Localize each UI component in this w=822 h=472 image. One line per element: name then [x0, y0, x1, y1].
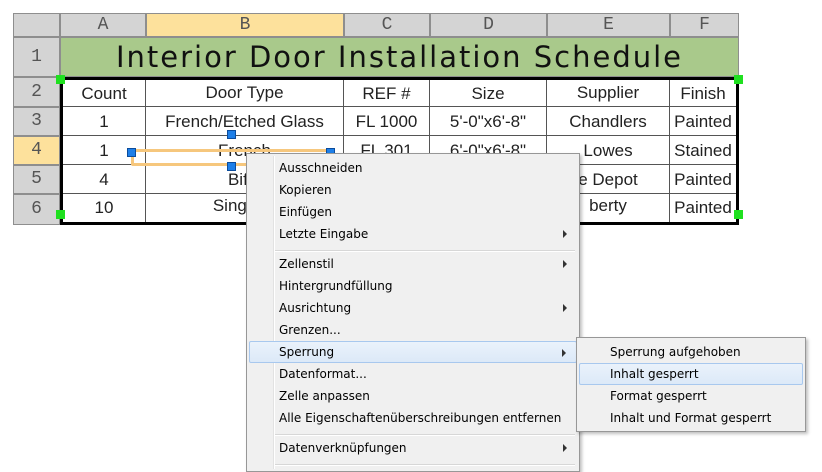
select-all-corner[interactable] [13, 13, 60, 37]
submenu-arrow-icon [563, 260, 567, 268]
table-cell[interactable]: Painted [670, 165, 736, 194]
menu-item-label: Alle Eigenschaftenüberschreibungen entfe… [279, 411, 562, 425]
menu-item-zellenstil[interactable]: Zellenstil [249, 253, 577, 275]
table-grip-bottom-left[interactable] [56, 210, 65, 219]
table-cell[interactable]: 4 [63, 165, 146, 194]
header-cell-ref[interactable]: REF # [344, 80, 430, 107]
column-header-b[interactable]: B [146, 13, 344, 37]
table-cell[interactable]: Stained [670, 136, 736, 165]
menu-item-datenformat[interactable]: Datenformat... [249, 363, 577, 385]
table-cell[interactable]: FL 1000 [344, 107, 430, 136]
table-cell[interactable]: Painted [670, 194, 736, 222]
table-title[interactable]: Interior Door Installation Schedule [60, 37, 739, 77]
sperrung-submenu: Sperrung aufgehoben Inhalt gesperrt Form… [576, 337, 806, 432]
row-header-4[interactable]: 4 [13, 136, 60, 165]
grip-handle-top[interactable] [227, 130, 236, 139]
table-cell[interactable]: 1 [63, 107, 146, 136]
menu-separator [275, 250, 575, 252]
column-header-f[interactable]: F [670, 13, 739, 37]
submenu-item-sperrung-aufgehoben[interactable]: Sperrung aufgehoben [579, 341, 803, 363]
column-header-c[interactable]: C [344, 13, 430, 37]
grip-handle-bottom[interactable] [227, 162, 236, 171]
column-header-a[interactable]: A [60, 13, 146, 37]
row-header-3[interactable]: 3 [13, 107, 60, 136]
submenu-arrow-icon [563, 444, 567, 452]
menu-item-label: Datenformat... [279, 367, 367, 381]
submenu-item-inhalt-und-format-gesperrt[interactable]: Inhalt und Format gesperrt [579, 407, 803, 429]
menu-item-letzte-eingabe[interactable]: Letzte Eingabe [249, 223, 577, 245]
submenu-item-format-gesperrt[interactable]: Format gesperrt [579, 385, 803, 407]
menu-item-label: Einfügen [279, 205, 332, 219]
menu-item-label: Kopieren [279, 183, 332, 197]
header-cell-size[interactable]: Size [430, 80, 547, 107]
submenu-arrow-icon [563, 230, 567, 238]
header-cell-supplier[interactable]: Supplier [547, 80, 670, 107]
header-cell-count[interactable]: Count [63, 80, 146, 107]
menu-item-kopieren[interactable]: Kopieren [249, 179, 577, 201]
table-cell[interactable]: French/Etched Glass [146, 107, 344, 136]
submenu-arrow-icon [563, 304, 567, 312]
menu-item-einfuegen[interactable]: Einfügen [249, 201, 577, 223]
context-menu: Ausschneiden Kopieren Einfügen Letzte Ei… [246, 153, 580, 472]
menu-item-eigenschaften-entfernen[interactable]: Alle Eigenschaftenüberschreibungen entfe… [249, 407, 577, 429]
table-grip-top-right[interactable] [734, 75, 743, 84]
grip-handle-left[interactable] [127, 148, 136, 157]
table-grip-bottom-right[interactable] [734, 210, 743, 219]
menu-item-ausrichtung[interactable]: Ausrichtung [249, 297, 577, 319]
menu-item-label: Zellenstil [279, 257, 334, 271]
column-header-d[interactable]: D [430, 13, 547, 37]
menu-item-sperrung[interactable]: Sperrung [249, 341, 577, 363]
table-grip-top-left[interactable] [56, 75, 65, 84]
submenu-arrow-icon [562, 349, 566, 357]
menu-item-label: Sperrung [279, 345, 335, 359]
row-header-2[interactable]: 2 [13, 77, 60, 107]
row-header-5[interactable]: 5 [13, 165, 60, 194]
menu-separator [275, 434, 575, 436]
header-cell-door-type[interactable]: Door Type [146, 80, 344, 107]
table-cell[interactable]: Chandlers [547, 107, 670, 136]
header-cell-finish[interactable]: Finish [670, 80, 736, 107]
table-cell[interactable]: 5'-0"x6'-8" [430, 107, 547, 136]
row-header-6[interactable]: 6 [13, 194, 60, 225]
menu-separator [275, 464, 575, 466]
menu-item-label: Datenverknüpfungen [279, 441, 407, 455]
submenu-item-inhalt-gesperrt[interactable]: Inhalt gesperrt [579, 363, 803, 385]
table-cell[interactable]: Painted [670, 107, 736, 136]
menu-item-zelle-anpassen[interactable]: Zelle anpassen [249, 385, 577, 407]
menu-item-label: Ausrichtung [279, 301, 352, 315]
menu-item-label: Zelle anpassen [279, 389, 370, 403]
menu-item-label: Ausschneiden [279, 161, 363, 175]
menu-item-label: Hintergrundfüllung [279, 279, 393, 293]
menu-item-label: Letzte Eingabe [279, 227, 369, 241]
menu-item-hintergrundfuellung[interactable]: Hintergrundfüllung [249, 275, 577, 297]
menu-item-label: Grenzen... [279, 323, 341, 337]
table-cell[interactable]: 10 [63, 194, 146, 222]
menu-item-ausschneiden[interactable]: Ausschneiden [249, 157, 577, 179]
row-header-1[interactable]: 1 [13, 37, 60, 77]
menu-item-grenzen[interactable]: Grenzen... [249, 319, 577, 341]
menu-item-datenverknuepfungen[interactable]: Datenverknüpfungen [249, 437, 577, 459]
column-header-e[interactable]: E [547, 13, 670, 37]
